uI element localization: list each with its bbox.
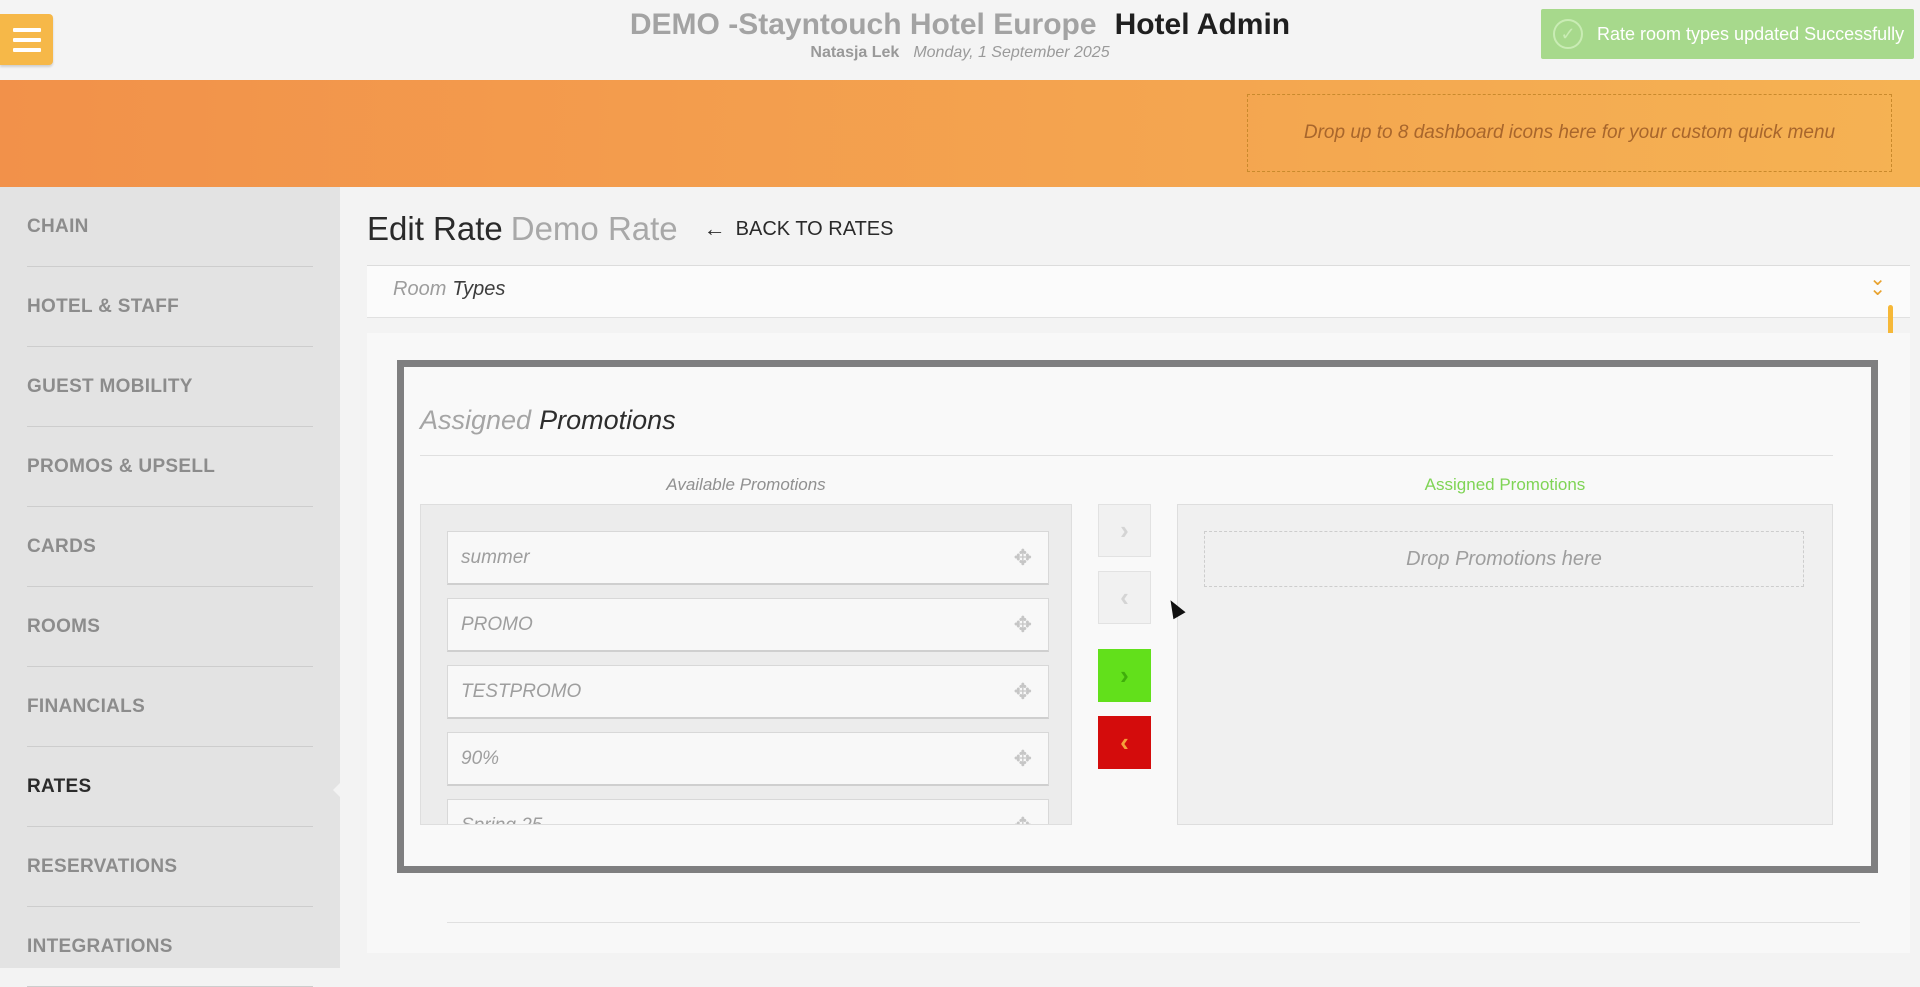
quick-menu-dropzone[interactable]: Drop up to 8 dashboard icons here for yo… (1247, 94, 1892, 172)
room-types-label: Room Types (393, 278, 506, 300)
hotel-name[interactable]: DEMO -Stayntouch Hotel Europe (630, 8, 1097, 41)
chevron-left-icon: ‹ (1120, 582, 1129, 612)
back-label: BACK TO RATES (735, 217, 894, 240)
move-icon[interactable]: ✥ (1014, 813, 1032, 825)
assign-all-button[interactable]: › (1098, 649, 1151, 702)
divider (447, 922, 1860, 923)
sidebar-item-rates[interactable]: RATES (27, 747, 346, 827)
sidebar-item-cards[interactable]: CARDS (27, 507, 313, 587)
unassign-all-button[interactable]: ‹ (1098, 716, 1151, 769)
list-item[interactable]: Spring 25 ✥ (447, 799, 1049, 825)
sidebar-item-rooms[interactable]: ROOMS (27, 587, 313, 667)
assigned-promotions-label: Assigned Promotions (1424, 475, 1586, 494)
success-toast[interactable]: ✓ Rate room types updated Successfully (1541, 9, 1914, 59)
chevron-right-icon: › (1120, 515, 1129, 545)
section-title: Assigned Promotions (420, 405, 676, 435)
list-item[interactable]: TESTPROMO ✥ (447, 665, 1049, 719)
sidebar: CHAIN HOTEL & STAFF GUEST MOBILITY PROMO… (0, 187, 346, 987)
list-item[interactable]: PROMO ✥ (447, 598, 1049, 652)
available-promotions-label: Available Promotions (666, 475, 826, 494)
page-title: Edit Rate (367, 210, 503, 247)
move-icon[interactable]: ✥ (1014, 545, 1032, 571)
business-date: Monday, 1 September 2025 (913, 44, 1110, 61)
drop-promotions-zone[interactable]: Drop Promotions here (1204, 531, 1804, 587)
chevron-right-icon: › (1120, 660, 1129, 690)
list-item[interactable]: 90% ✥ (447, 732, 1049, 786)
toast-message: Rate room types updated Successfully (1597, 23, 1905, 44)
sidebar-item-integrations[interactable]: INTEGRATIONS (27, 907, 313, 987)
promotions-card: Assigned Promotions Available Promotions … (367, 333, 1910, 953)
divider (420, 455, 1833, 456)
app-name: Hotel Admin (1114, 8, 1291, 41)
sidebar-item-guest-mobility[interactable]: GUEST MOBILITY (27, 347, 313, 427)
sidebar-item-reservations[interactable]: RESERVATIONS (27, 827, 313, 907)
assigned-promotions-section: Assigned Promotions Available Promotions … (397, 360, 1878, 873)
sidebar-item-financials[interactable]: FINANCIALS (27, 667, 313, 747)
assigned-promotions-list[interactable]: Drop Promotions here (1177, 504, 1833, 825)
sidebar-item-chain[interactable]: CHAIN (27, 187, 313, 267)
check-circle-icon: ✓ (1553, 19, 1583, 49)
rate-name: Demo Rate (510, 210, 678, 247)
available-promotions-list[interactable]: summer ✥ PROMO ✥ TESTPROMO ✥ 90% ✥ Sprin… (420, 504, 1072, 825)
main-content: Edit Rate Demo Rate ← BACK TO RATES Room… (340, 187, 1920, 968)
quick-menu-banner: Drop up to 8 dashboard icons here for yo… (0, 80, 1920, 187)
chevron-double-down-icon[interactable]: ⌄ ⌄ (1869, 269, 1886, 299)
user-name[interactable]: Natasja Lek (810, 44, 899, 61)
move-icon[interactable]: ✥ (1014, 746, 1032, 772)
room-types-section[interactable]: Room Types ⌄ ⌄ (367, 266, 1910, 318)
chevron-left-icon: ‹ (1120, 727, 1129, 757)
top-bar: DEMO -Stayntouch Hotel Europe Hotel Admin… (0, 0, 1920, 80)
move-selected-right-button[interactable]: › (1098, 504, 1151, 557)
back-to-rates-link[interactable]: ← BACK TO RATES (704, 216, 894, 242)
move-icon[interactable]: ✥ (1014, 679, 1032, 705)
page-header: Edit Rate Demo Rate ← BACK TO RATES (367, 207, 893, 251)
move-icon[interactable]: ✥ (1014, 612, 1032, 638)
list-item[interactable]: summer ✥ (447, 531, 1049, 585)
arrow-left-icon: ← (703, 216, 726, 241)
sidebar-item-hotel-staff[interactable]: HOTEL & STAFF (27, 267, 313, 347)
move-selected-left-button[interactable]: ‹ (1098, 571, 1151, 624)
sidebar-item-promos-upsell[interactable]: PROMOS & UPSELL (27, 427, 313, 507)
